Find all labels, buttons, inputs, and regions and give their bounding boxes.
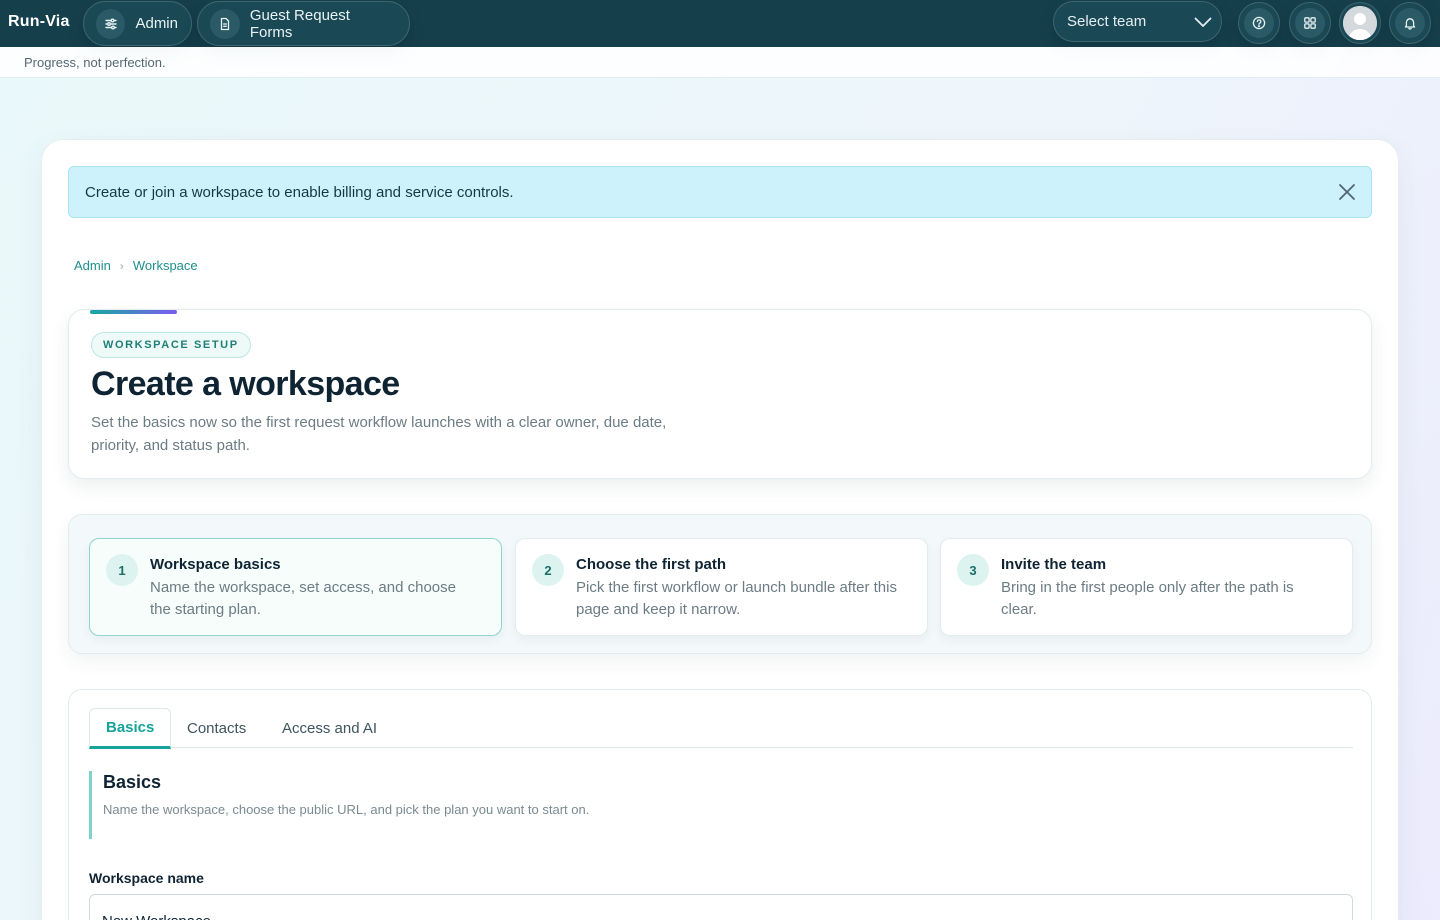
help-button[interactable] [1238, 2, 1280, 44]
section-title: Basics [103, 772, 162, 792]
tab-access-and-ai[interactable]: Access and AI [266, 708, 393, 748]
workspace-notice-banner: Create or join a workspace to enable bil… [68, 166, 1372, 218]
document-icon [210, 8, 240, 39]
hero-description: Set the basics now so the first request … [91, 414, 667, 454]
motto-bar: Progress, not perfection. [0, 47, 1440, 78]
setup-steps: 1 Workspace basics Name the workspace, s… [68, 514, 1372, 654]
avatar [1343, 6, 1377, 40]
guest-request-forms-label: Guest Request Forms [249, 6, 350, 41]
section-description: Name the workspace, choose the public UR… [103, 802, 590, 817]
step-choose-first-path[interactable]: 2 Choose the first path Pick the first w… [515, 538, 928, 636]
sliders-icon [96, 8, 126, 39]
admin-nav-label: Admin [135, 15, 178, 32]
guest-request-forms-nav-pill[interactable]: Guest Request Forms [197, 1, 410, 46]
apps-button[interactable] [1289, 2, 1331, 44]
hero-accent-bar [90, 310, 177, 314]
notice-text: Create or join a workspace to enable bil… [85, 183, 514, 201]
admin-nav-pill[interactable]: Admin [83, 1, 192, 46]
step-number: 2 [532, 554, 564, 586]
workspace-name-input[interactable] [89, 894, 1353, 920]
top-navigation-bar: Run-Via Admin Guest Request Forms Select… [0, 0, 1440, 47]
step-number: 1 [106, 554, 138, 586]
tab-basics[interactable]: Basics [89, 708, 172, 749]
close-icon[interactable] [1337, 182, 1357, 206]
form-tabs: Basics Contacts Access and AI [89, 708, 1353, 749]
workspace-form-card: Basics Contacts Access and AI Basics Nam… [68, 689, 1372, 920]
breadcrumb-item-admin[interactable]: Admin [74, 258, 111, 273]
motto-text: Progress, not perfection. [24, 55, 166, 70]
hero-panel: WORKSPACE SETUP Create a workspace Set t… [68, 309, 1372, 479]
step-invite-team[interactable]: 3 Invite the team Bring in the first peo… [940, 538, 1353, 636]
step-title: Workspace basics [150, 556, 281, 573]
brand-logo[interactable]: Run-Via [8, 13, 70, 31]
help-circle-icon [1244, 8, 1274, 38]
step-description: Name the workspace, set access, and choo… [150, 579, 456, 618]
step-description: Bring in the first people only after the… [1001, 579, 1294, 618]
profile-button[interactable] [1339, 2, 1381, 44]
breadcrumb: Admin › Workspace [74, 258, 198, 273]
bell-icon [1395, 8, 1425, 38]
step-workspace-basics[interactable]: 1 Workspace basics Name the workspace, s… [89, 538, 502, 636]
page-title: Create a workspace [91, 365, 400, 403]
grid-icon [1295, 8, 1325, 38]
step-title: Invite the team [1001, 556, 1107, 573]
workspace-name-label: Workspace name [89, 870, 204, 886]
chevron-down-icon [1193, 12, 1213, 36]
step-description: Pick the first workflow or launch bundle… [576, 579, 897, 618]
team-select-label: Select team [1067, 13, 1147, 30]
step-number: 3 [957, 554, 989, 586]
notifications-button[interactable] [1389, 2, 1431, 44]
tab-contacts[interactable]: Contacts [171, 708, 262, 748]
breadcrumb-item-workspace[interactable]: Workspace [133, 258, 198, 273]
basics-section-header: Basics Name the workspace, choose the pu… [89, 771, 689, 839]
workspace-setup-badge: WORKSPACE SETUP [91, 332, 251, 358]
chevron-right-icon: › [119, 258, 124, 273]
team-select-dropdown[interactable]: Select team [1053, 1, 1222, 42]
step-title: Choose the first path [576, 556, 727, 573]
